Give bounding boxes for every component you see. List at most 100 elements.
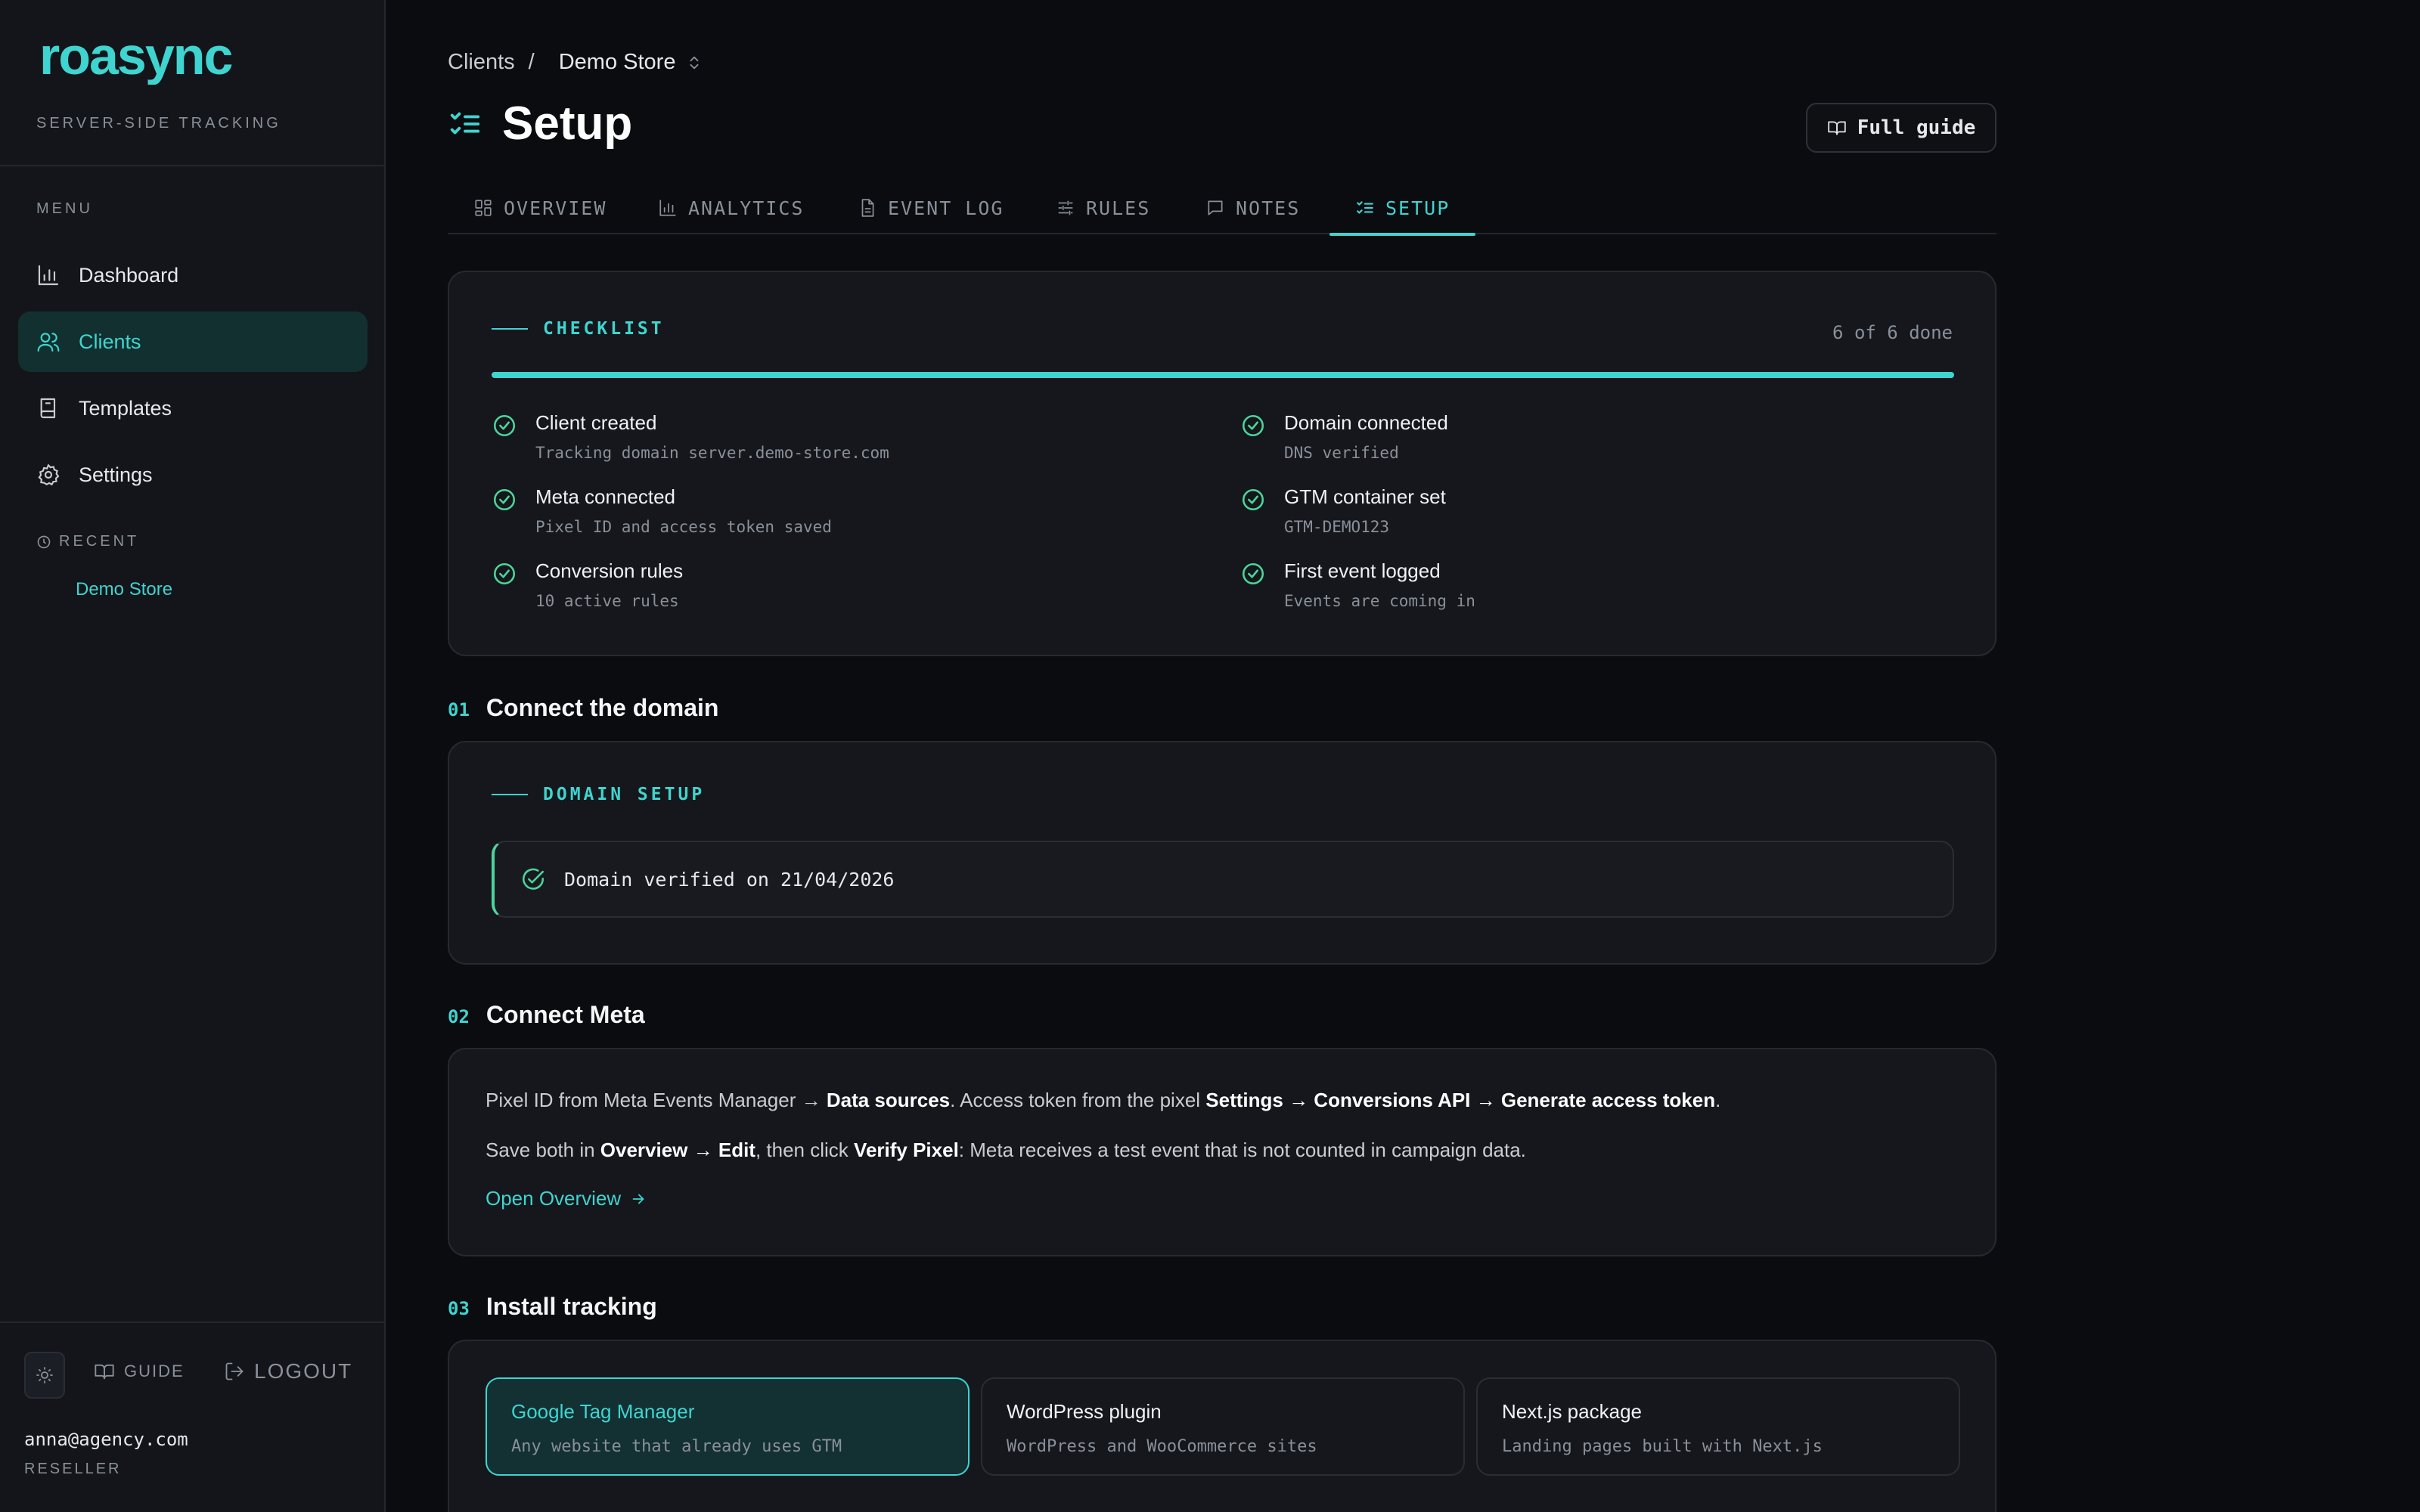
domain-status-text: Domain verified on 21/04/2026	[564, 868, 895, 891]
tab-analytics[interactable]: ANALYTICS	[658, 181, 804, 234]
tab-setup[interactable]: SETUP	[1329, 181, 1476, 236]
checklist-item-title: Meta connected	[535, 485, 676, 508]
option-sub: WordPress and WooCommerce sites	[1007, 1437, 1317, 1456]
recent-label: RECENT	[36, 533, 139, 550]
list-checks-icon	[1357, 201, 1373, 214]
step-title: Connect Meta	[486, 1001, 645, 1028]
guide-link[interactable]: GUIDE	[94, 1361, 185, 1382]
sidebar-item-settings[interactable]: Settings	[18, 445, 368, 505]
bar-chart-icon	[659, 200, 676, 216]
tab-label: SETUP	[1385, 197, 1450, 219]
tab-label: RULES	[1086, 197, 1151, 219]
check-circle-icon	[493, 488, 516, 511]
menu-label: MENU	[36, 200, 93, 217]
clock-icon	[37, 535, 51, 548]
sliders-icon	[1058, 200, 1073, 215]
tab-rules[interactable]: RULES	[1056, 181, 1150, 234]
check-circle-icon	[493, 414, 516, 437]
logout-button[interactable]: LOGOUT	[224, 1359, 352, 1383]
checklist-item-sub: Pixel ID and access token saved	[535, 518, 832, 536]
book-icon	[36, 396, 60, 420]
breadcrumb: Clients / Demo Store	[448, 50, 703, 75]
checklist-item-title: Client created	[535, 411, 657, 434]
page-title: Setup	[502, 98, 633, 150]
step-heading-meta: 02 Connect Meta	[448, 1001, 645, 1029]
install-option-gtm[interactable]: Google Tag Manager Any website that alre…	[486, 1377, 970, 1476]
svg-text:roasync: roasync	[39, 30, 232, 85]
checklist-item-sub: GTM-DEMO123	[1284, 518, 1390, 536]
bar-chart-icon	[36, 263, 60, 287]
domain-verified-status: Domain verified on 21/04/2026	[492, 841, 1954, 918]
tab-label: ANALYTICS	[688, 197, 805, 219]
sidebar-item-label: Settings	[79, 463, 153, 486]
checklist-item: Meta connected Pixel ID and access token …	[492, 485, 832, 536]
tab-overview[interactable]: OVERVIEW	[473, 181, 607, 234]
sidebar-item-dashboard[interactable]: Dashboard	[18, 245, 368, 305]
step-heading-install: 03 Install tracking	[448, 1293, 657, 1321]
open-overview-link[interactable]: Open Overview	[486, 1187, 647, 1210]
checklist-item: Client created Tracking domain server.dem…	[492, 411, 889, 462]
progress-fill	[492, 372, 1954, 378]
checklist-item: First event logged Events are coming in	[1240, 559, 1475, 610]
full-guide-button[interactable]: Full guide	[1806, 103, 1996, 153]
checklist-item: GTM container set GTM-DEMO123	[1240, 485, 1446, 536]
install-option-wordpress[interactable]: WordPress plugin WordPress and WooCommer…	[981, 1377, 1465, 1476]
step-number: 02	[448, 1006, 470, 1027]
sun-icon	[36, 1367, 53, 1383]
logo-tagline: SERVER-SIDE TRACKING	[36, 115, 281, 132]
install-option-nextjs[interactable]: Next.js package Landing pages built with…	[1476, 1377, 1960, 1476]
tab-event-log[interactable]: EVENT LOG	[858, 181, 1004, 234]
checklist-item-title: First event logged	[1284, 559, 1441, 582]
gear-icon	[36, 463, 60, 487]
checklist-progress-bar	[492, 372, 1954, 378]
step-heading-domain: 01 Connect the domain	[448, 694, 718, 722]
logout-icon	[225, 1362, 244, 1380]
message-icon	[1208, 200, 1223, 215]
step-title: Install tracking	[486, 1293, 657, 1320]
theme-toggle-button[interactable]	[24, 1352, 65, 1399]
domain-setup-heading: DOMAIN SETUP	[492, 785, 705, 804]
tab-label: OVERVIEW	[504, 197, 607, 219]
option-title: Next.js package	[1502, 1400, 1642, 1423]
option-title: Google Tag Manager	[511, 1400, 695, 1423]
checklist-item: Domain connected DNS verified	[1240, 411, 1448, 462]
user-role: RESELLER	[24, 1461, 122, 1477]
list-checks-icon	[450, 112, 480, 134]
users-icon	[36, 330, 60, 354]
step-title: Connect the domain	[486, 694, 719, 721]
breadcrumb-current: Demo Store	[558, 50, 676, 74]
recent-item-demo-store[interactable]: Demo Store	[76, 579, 172, 600]
sidebar: roasync SERVER-SIDE TRACKING MENU Dashbo…	[0, 0, 386, 1512]
install-tracking-card: Google Tag Manager Any website that alre…	[448, 1340, 1996, 1512]
tab-label: NOTES	[1236, 197, 1301, 219]
sidebar-item-clients[interactable]: Clients	[18, 311, 368, 372]
checklist-item-sub: DNS verified	[1284, 444, 1399, 462]
tab-notes[interactable]: NOTES	[1205, 181, 1300, 234]
heading-rule	[492, 328, 528, 330]
meta-setup-card: Pixel ID from Meta Events Manager → Data…	[448, 1048, 1996, 1256]
client-switcher[interactable]: Demo Store	[559, 50, 703, 75]
check-circle-icon	[522, 868, 544, 890]
file-icon	[861, 199, 874, 217]
heading-rule	[492, 794, 528, 795]
tab-label: EVENT LOG	[888, 197, 1004, 219]
breadcrumb-parent[interactable]: Clients	[448, 50, 515, 75]
breadcrumb-separator: /	[528, 50, 535, 74]
step-number: 03	[448, 1298, 470, 1319]
open-overview-label: Open Overview	[486, 1187, 622, 1210]
sidebar-item-templates[interactable]: Templates	[18, 378, 368, 438]
logo[interactable]: roasync	[39, 30, 259, 85]
sidebar-item-label: Dashboard	[79, 263, 179, 287]
divider	[0, 165, 384, 166]
check-circle-icon	[1242, 488, 1264, 511]
logout-label: LOGOUT	[254, 1359, 353, 1383]
checklist-card: CHECKLIST 6 of 6 done Client created Trac…	[448, 271, 1996, 656]
checklist-count: 6 of 6 done	[1832, 322, 1953, 343]
checklist-item-title: Domain connected	[1284, 411, 1448, 434]
sidebar-item-label: Clients	[79, 330, 141, 353]
domain-setup-title: DOMAIN SETUP	[543, 785, 706, 804]
checklist-title: CHECKLIST	[543, 319, 665, 339]
check-circle-icon	[1242, 414, 1264, 437]
checklist-item: Conversion rules 10 active rules	[492, 559, 683, 610]
checklist-heading: CHECKLIST	[492, 319, 665, 339]
